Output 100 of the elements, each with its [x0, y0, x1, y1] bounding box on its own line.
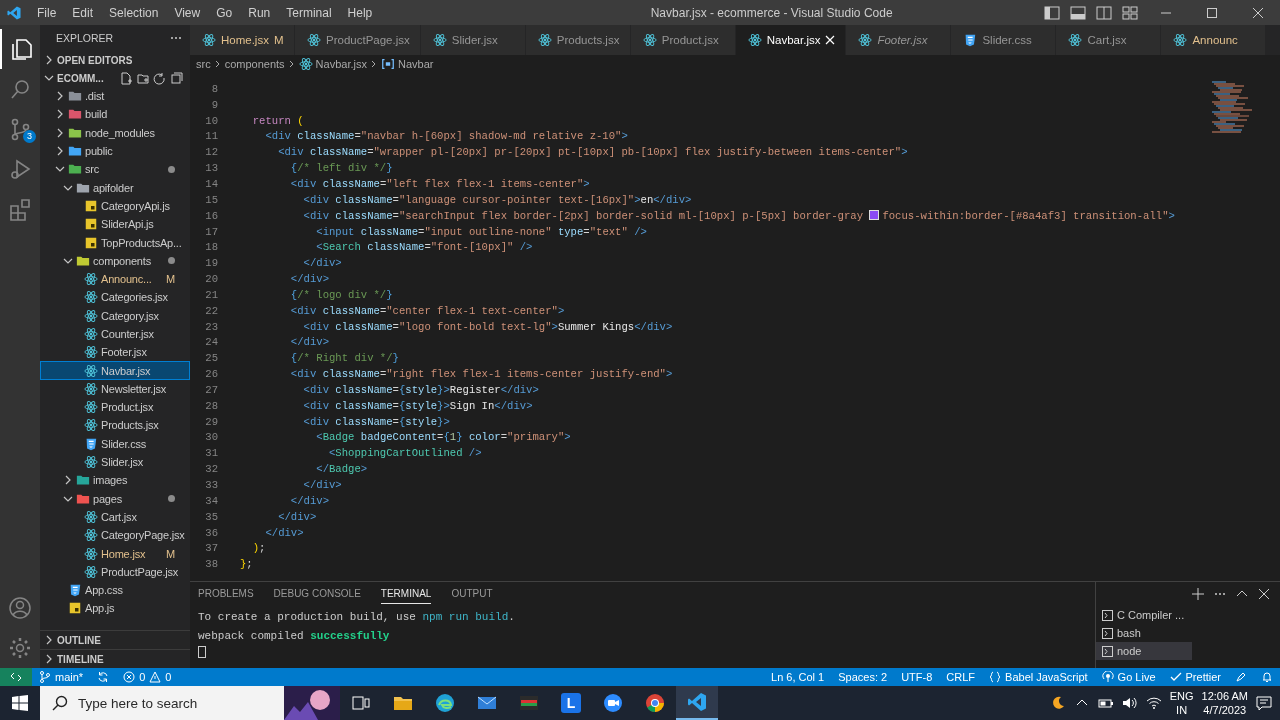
layout-icon[interactable] — [1122, 5, 1138, 20]
file-tree-item[interactable]: TopProductsAp... — [40, 233, 190, 252]
terminal-item[interactable]: bash — [1096, 624, 1192, 642]
panel-tab[interactable]: PROBLEMS — [198, 584, 254, 604]
status-item[interactable]: CRLF — [939, 668, 983, 686]
status-item[interactable]: Ln 6, Col 1 — [764, 668, 832, 686]
line-number: 10 — [204, 114, 218, 127]
layout-icon[interactable] — [1044, 5, 1060, 20]
file-tree-item[interactable]: CategoryApi.js — [40, 196, 190, 216]
breadcrumb-item[interactable]: Navbar — [380, 57, 434, 71]
folder-tree-item[interactable]: build — [40, 105, 190, 124]
status-item[interactable]: Prettier — [1162, 668, 1228, 686]
line-number: 35 — [204, 510, 218, 523]
menu-item[interactable]: Terminal — [279, 3, 339, 22]
breadcrumb-item[interactable]: components — [224, 58, 285, 70]
editor-tab[interactable]: Announc — [1161, 25, 1267, 55]
folder-tree-item[interactable]: components — [40, 251, 190, 270]
editor-tab[interactable]: Products.jsx — [525, 25, 631, 55]
add-icon[interactable] — [1192, 588, 1204, 600]
code-line: <input className="input outline-none" type="text" /> — [315, 225, 647, 238]
editor-tab[interactable]: Product.jsx — [630, 25, 736, 55]
folder-tree-item[interactable]: apifolder — [40, 178, 190, 197]
file-tree-item[interactable]: Footer.jsx — [40, 343, 190, 362]
file-tree-item[interactable]: Announc... M — [40, 269, 190, 289]
file-tree-item[interactable]: Products.jsx — [40, 416, 190, 435]
file-tree-item[interactable]: SliderApi.js — [40, 215, 190, 234]
line-number: 28 — [204, 399, 218, 412]
folder-tree-item[interactable]: src — [40, 160, 190, 179]
notification-icon[interactable] — [1256, 695, 1272, 711]
chrome-icon — [644, 692, 666, 714]
editor-tab[interactable]: Slider.jsx — [420, 25, 526, 55]
editor-tab[interactable]: Slider.css — [951, 25, 1057, 55]
branch-button[interactable]: main* — [32, 668, 91, 686]
line-number: 23 — [204, 320, 218, 333]
file-tree-item[interactable]: App.css — [40, 581, 190, 600]
folder-tree-item[interactable]: .dist — [40, 87, 190, 106]
status-item[interactable]: Go Live — [1094, 668, 1163, 686]
file-tree-item[interactable]: Slider.css — [40, 434, 190, 453]
language-indicator[interactable]: ENG — [1169, 689, 1194, 703]
more-icon[interactable] — [170, 36, 182, 40]
file-tree-item[interactable]: Navbar.jsx — [40, 361, 190, 380]
folder-tree-item[interactable]: node_modules — [40, 123, 190, 142]
file-tree-item[interactable]: Category.jsx — [40, 306, 190, 325]
menu-item[interactable]: File — [30, 3, 64, 22]
file-tree-item[interactable]: Slider.jsx — [40, 452, 190, 472]
file-tree-item[interactable]: Categories.jsx — [40, 288, 190, 307]
editor-tab[interactable]: Home.jsx M — [190, 25, 295, 55]
editor-tab[interactable]: Navbar.jsx — [735, 25, 847, 55]
file-tree-item[interactable]: ProductPage.jsx — [40, 562, 190, 581]
editor-tab[interactable]: ProductPage.jsx — [295, 25, 421, 55]
clock-date[interactable]: 4/7/2023 — [1203, 703, 1247, 717]
project-header[interactable]: ECOMM... — [44, 69, 104, 87]
line-number: 34 — [204, 494, 218, 507]
menu-item[interactable]: Edit — [65, 3, 101, 22]
editor-tab[interactable]: Cart.jsx — [1056, 25, 1162, 55]
panel-tab[interactable]: DEBUG CONSOLE — [273, 584, 361, 604]
terminal-icon — [1102, 645, 1113, 657]
line-number: 15 — [204, 193, 218, 206]
panel-tab[interactable]: OUTPUT — [451, 584, 493, 604]
layout-icon[interactable] — [1070, 5, 1086, 20]
editor-tab[interactable]: Footer.jsx — [846, 25, 952, 55]
volume-icon[interactable] — [1121, 695, 1138, 711]
terminal-item[interactable]: C Compiler ... — [1096, 606, 1192, 624]
file-tree-item[interactable]: Product.jsx — [40, 398, 190, 417]
color-swatch-icon[interactable] — [869, 209, 880, 220]
file-tree-item[interactable]: Counter.jsx — [40, 324, 190, 344]
status-item[interactable]: Babel JavaScript — [982, 668, 1095, 686]
status-item[interactable]: UTF-8 — [894, 668, 940, 686]
terminal-line: To create a production build, use npm run build. — [198, 611, 516, 625]
status-item[interactable]: Spaces: 2 — [831, 668, 895, 686]
menu-item[interactable]: Selection — [102, 3, 166, 22]
file-tree-item[interactable]: Home.jsx M — [40, 544, 190, 563]
taskbar-app[interactable]: L — [550, 686, 592, 720]
file-tree-item[interactable]: CategoryPage.jsx — [40, 526, 190, 545]
folder-tree-item[interactable]: public — [40, 141, 190, 161]
maximize-icon[interactable] — [1207, 7, 1217, 18]
file-tree-item[interactable]: Newsletter.jsx — [40, 379, 190, 399]
wifi-icon[interactable] — [1145, 695, 1162, 711]
taskbar-search-box[interactable]: Type here to search — [40, 686, 340, 720]
search-field[interactable]: Type here to search — [76, 694, 276, 712]
file-tree-item[interactable]: App.js — [40, 599, 190, 618]
menu-item[interactable]: View — [167, 3, 208, 22]
folder-tree-item[interactable]: pages — [40, 489, 190, 508]
folder-tree-item[interactable]: images — [40, 471, 190, 490]
terminal-item[interactable]: node — [1096, 642, 1192, 660]
panel-tab[interactable]: TERMINAL — [380, 584, 432, 604]
section-header[interactable]: OPEN EDITORS — [40, 51, 190, 69]
menu-item[interactable]: Go — [209, 3, 240, 22]
breadcrumb-item[interactable]: src — [196, 58, 211, 70]
close-icon[interactable] — [1253, 7, 1263, 18]
explorer-actions-icon[interactable] — [120, 71, 184, 85]
clock-time[interactable]: 12:06 AM — [1201, 689, 1248, 703]
breadcrumb-item[interactable]: Navbar.jsx — [298, 57, 367, 71]
region-indicator[interactable]: IN — [1176, 703, 1188, 717]
file-tree-item[interactable]: Cart.jsx — [40, 507, 190, 527]
problems-button[interactable]: 0 0 — [116, 668, 179, 686]
menu-item[interactable]: Run — [241, 3, 278, 22]
layout-icon[interactable] — [1096, 5, 1112, 20]
close-icon[interactable] — [1258, 588, 1270, 600]
menu-item[interactable]: Help — [340, 3, 380, 22]
